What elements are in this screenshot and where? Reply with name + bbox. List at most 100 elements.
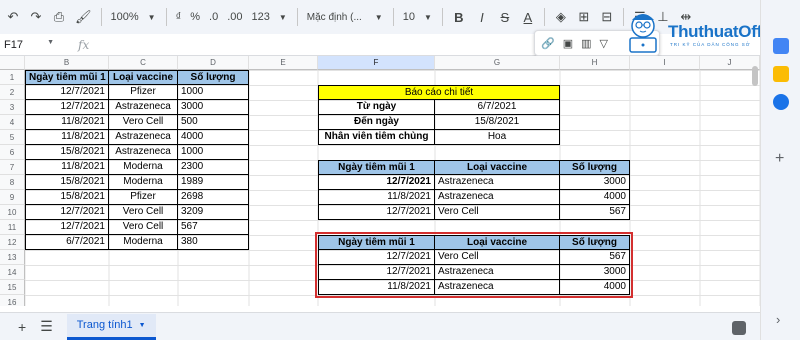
chevron-down-icon[interactable]: ▼ (279, 13, 287, 22)
result-cell[interactable]: 567 (560, 205, 630, 220)
row-header[interactable]: 6 (0, 145, 25, 160)
table-cell[interactable]: 12/7/2021 (25, 85, 109, 100)
row-header[interactable]: 13 (0, 250, 25, 265)
row-header[interactable]: 15 (0, 280, 25, 295)
table-cell[interactable]: 12/7/2021 (25, 100, 109, 115)
currency-button[interactable]: ₫ (176, 11, 182, 23)
report-value[interactable]: Hoa (435, 130, 560, 145)
table-cell[interactable]: 2300 (178, 160, 249, 175)
borders-icon[interactable]: ⊞ (577, 6, 591, 28)
merge-cells-icon[interactable]: ⊟ (600, 6, 614, 28)
row-header[interactable]: 10 (0, 205, 25, 220)
sheet-tab[interactable]: Trang tính1 ▼ (66, 313, 156, 340)
table-header-cell[interactable]: Loại vaccine (109, 70, 178, 85)
increase-decimal-button[interactable]: .00 (227, 11, 242, 23)
calendar-icon[interactable] (773, 38, 789, 54)
result-header-cell[interactable]: Số lượng (560, 160, 630, 175)
report-value[interactable]: 6/7/2021 (435, 100, 560, 115)
table-cell[interactable]: 15/8/2021 (25, 175, 109, 190)
result-cell[interactable]: 12/7/2021 (318, 205, 435, 220)
table-cell[interactable]: 11/8/2021 (25, 130, 109, 145)
report-label[interactable]: Nhân viên tiêm chủng (318, 130, 435, 145)
paint-format-icon[interactable]: 🖌 (75, 6, 92, 28)
add-addon-icon[interactable]: + (775, 150, 784, 168)
chevron-down-icon[interactable]: ▼ (424, 13, 432, 22)
result-cell[interactable]: 12/7/2021 (318, 175, 435, 190)
table-cell[interactable]: Pfizer (109, 190, 178, 205)
table-cell[interactable]: 500 (178, 115, 249, 130)
percent-button[interactable]: % (190, 11, 200, 23)
row-header[interactable]: 2 (0, 85, 25, 100)
table-cell[interactable]: 6/7/2021 (25, 235, 109, 250)
undo-icon[interactable]: ↶ (6, 6, 20, 28)
filter-icon[interactable]: ▽ (600, 37, 608, 50)
table-cell[interactable]: 567 (178, 220, 249, 235)
report-label[interactable]: Từ ngày (318, 100, 435, 115)
result-header-cell[interactable]: Ngày tiêm mũi 1 (318, 160, 435, 175)
row-header[interactable]: 14 (0, 265, 25, 280)
result-cell[interactable]: 11/8/2021 (318, 190, 435, 205)
table-cell[interactable]: Pfizer (109, 85, 178, 100)
table-header-cell[interactable]: Số lượng (178, 70, 249, 85)
zoom-select[interactable]: 100% (111, 11, 139, 23)
table-cell[interactable]: Astrazeneca (109, 145, 178, 160)
row-header[interactable]: 3 (0, 100, 25, 115)
table-cell[interactable]: 11/8/2021 (25, 160, 109, 175)
table-cell[interactable]: 15/8/2021 (25, 145, 109, 160)
vertical-scrollbar[interactable] (752, 66, 758, 86)
chevron-down-icon[interactable]: ▼ (148, 13, 156, 22)
chevron-right-icon[interactable]: › (776, 312, 780, 327)
tasks-icon[interactable] (773, 94, 789, 110)
strikethrough-button[interactable]: S (498, 6, 512, 28)
fill-color-icon[interactable]: ◈ (554, 6, 568, 28)
table-cell[interactable]: 15/8/2021 (25, 190, 109, 205)
number-format-button[interactable]: 123 (252, 11, 270, 23)
row-header[interactable]: 5 (0, 130, 25, 145)
result-cell[interactable]: Astrazeneca (435, 175, 560, 190)
table-cell[interactable]: 1000 (178, 85, 249, 100)
row-header[interactable]: 7 (0, 160, 25, 175)
report-label[interactable]: Đến ngày (318, 115, 435, 130)
redo-icon[interactable]: ↷ (29, 6, 43, 28)
row-header[interactable]: 12 (0, 235, 25, 250)
result-cell[interactable]: Vero Cell (435, 205, 560, 220)
table-cell[interactable]: Vero Cell (109, 115, 178, 130)
report-title[interactable]: Báo cáo chi tiết (318, 85, 560, 100)
table-cell[interactable]: 3209 (178, 205, 249, 220)
font-select[interactable]: Mặc định (... (307, 12, 365, 23)
row-header[interactable]: 11 (0, 220, 25, 235)
table-cell[interactable]: Astrazeneca (109, 130, 178, 145)
table-cell[interactable]: 1000 (178, 145, 249, 160)
table-cell[interactable]: 380 (178, 235, 249, 250)
italic-button[interactable]: I (475, 6, 489, 28)
table-cell[interactable]: 11/8/2021 (25, 115, 109, 130)
result-cell[interactable]: 4000 (560, 190, 630, 205)
chart-icon[interactable]: ▥ (581, 37, 591, 50)
name-box[interactable]: F17 ▼ (0, 39, 58, 51)
row-header[interactable]: 4 (0, 115, 25, 130)
table-cell[interactable]: 12/7/2021 (25, 220, 109, 235)
keep-icon[interactable] (773, 66, 789, 82)
add-sheet-icon[interactable]: + (18, 319, 26, 335)
spreadsheet-grid[interactable]: BCDEFGHIJ1234567891011121314151617Ngày t… (0, 56, 760, 306)
link-icon[interactable]: 🔗 (541, 37, 555, 50)
bold-button[interactable]: B (452, 6, 466, 28)
result-cell[interactable]: 3000 (560, 175, 630, 190)
explore-icon[interactable] (732, 321, 746, 335)
all-sheets-icon[interactable]: ☰ (40, 318, 53, 335)
result-cell[interactable]: Astrazeneca (435, 190, 560, 205)
table-cell[interactable]: Moderna (109, 235, 178, 250)
comment-icon[interactable]: ▣ (563, 37, 573, 50)
row-header[interactable]: 16 (0, 295, 25, 306)
table-cell[interactable]: Vero Cell (109, 220, 178, 235)
font-size-select[interactable]: 10 (403, 11, 415, 23)
table-cell[interactable]: 12/7/2021 (25, 205, 109, 220)
table-header-cell[interactable]: Ngày tiêm mũi 1 (25, 70, 109, 85)
row-header[interactable]: 8 (0, 175, 25, 190)
table-cell[interactable]: 3000 (178, 100, 249, 115)
table-cell[interactable]: 1989 (178, 175, 249, 190)
table-cell[interactable]: 4000 (178, 130, 249, 145)
print-icon[interactable]: ⎙ (52, 6, 66, 28)
table-cell[interactable]: 2698 (178, 190, 249, 205)
report-value[interactable]: 15/8/2021 (435, 115, 560, 130)
